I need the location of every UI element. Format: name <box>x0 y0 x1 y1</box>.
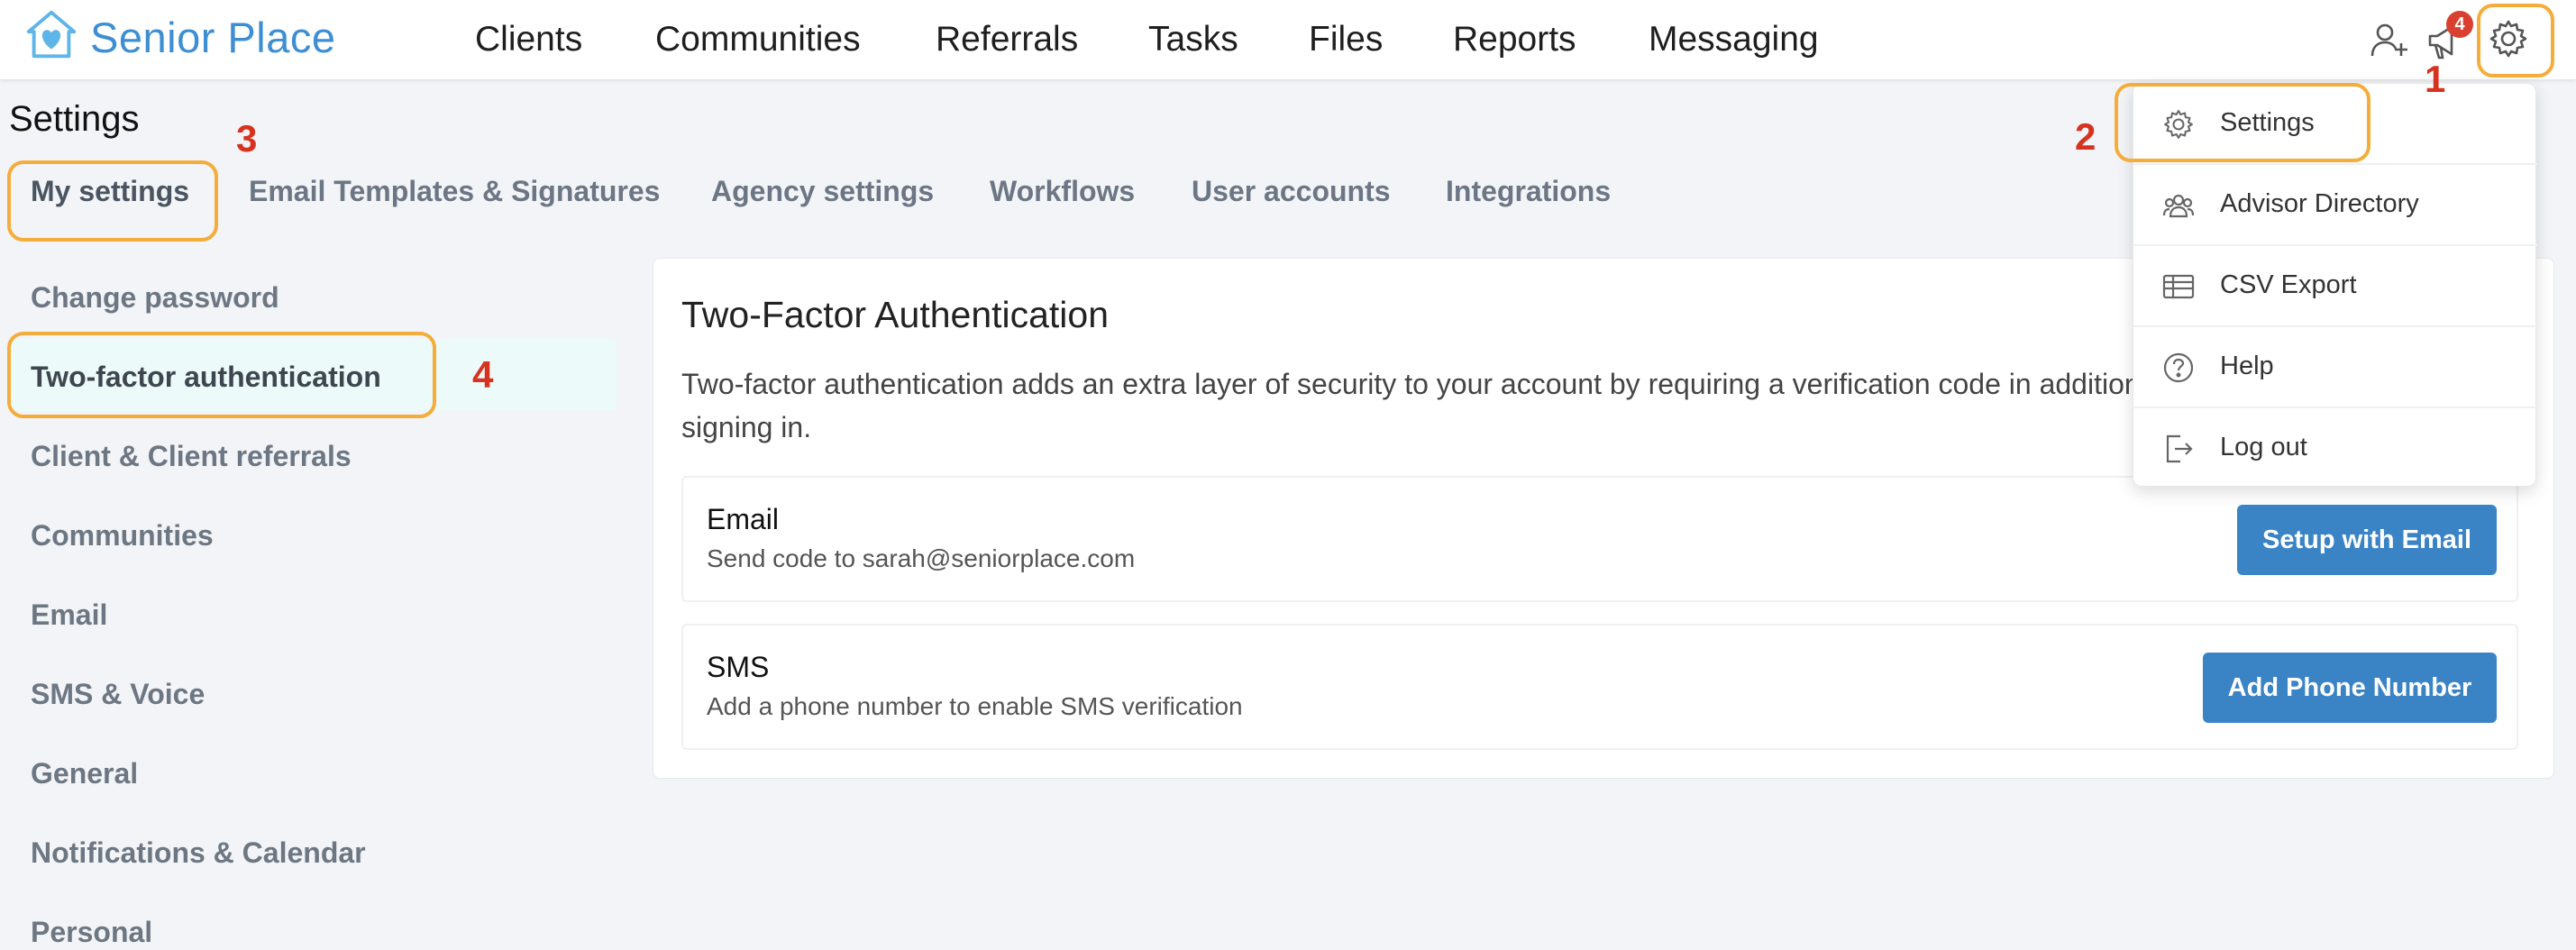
dropdown-label-advisor-directory: Advisor Directory <box>2220 189 2419 218</box>
tab-agency-settings[interactable]: Agency settings <box>711 175 934 208</box>
app-name: Senior Place <box>90 14 336 61</box>
side-item-email[interactable]: Email <box>31 598 107 632</box>
add-user-icon[interactable] <box>2369 20 2410 61</box>
tab-workflows[interactable]: Workflows <box>990 175 1135 208</box>
side-item-personal[interactable]: Personal <box>31 916 152 949</box>
method-sms-row: SMS Add a phone number to enable SMS ver… <box>681 624 2518 750</box>
method-sms-title: SMS <box>707 651 770 683</box>
annotation-highlight-settings-item <box>2115 83 2370 162</box>
side-item-notifications-calendar[interactable]: Notifications & Calendar <box>31 836 366 870</box>
annotation-number-1: 1 <box>2425 58 2446 100</box>
nav-tasks[interactable]: Tasks <box>1148 20 1238 59</box>
setup-with-email-button[interactable]: Setup with Email <box>2237 505 2497 575</box>
side-item-sms-voice[interactable]: SMS & Voice <box>31 678 205 711</box>
side-item-change-password[interactable]: Change password <box>31 281 279 315</box>
table-icon <box>2162 270 2195 303</box>
tab-user-accounts[interactable]: User accounts <box>1192 175 1391 208</box>
dropdown-label-csv-export: CSV Export <box>2220 270 2357 299</box>
annotation-highlight-gear <box>2477 4 2554 78</box>
method-sms-detail: Add a phone number to enable SMS verific… <box>707 692 1243 720</box>
dropdown-item-log-out[interactable]: Log out <box>2133 408 2537 489</box>
nav-communities[interactable]: Communities <box>655 20 861 59</box>
help-icon <box>2162 352 2195 384</box>
tab-email-templates[interactable]: Email Templates & Signatures <box>249 175 660 208</box>
dropdown-label-help: Help <box>2220 352 2274 380</box>
logout-icon <box>2162 433 2195 465</box>
nav-reports[interactable]: Reports <box>1453 20 1576 59</box>
nav-clients[interactable]: Clients <box>475 20 582 59</box>
annotation-number-4: 4 <box>472 353 494 396</box>
nav-referrals[interactable]: Referrals <box>936 20 1078 59</box>
side-item-client-referrals[interactable]: Client & Client referrals <box>31 440 352 473</box>
dropdown-item-csv-export[interactable]: CSV Export <box>2133 246 2537 327</box>
nav-messaging[interactable]: Messaging <box>1649 20 1819 59</box>
side-item-communities[interactable]: Communities <box>31 519 214 553</box>
dropdown-item-advisor-directory[interactable]: Advisor Directory <box>2133 165 2537 246</box>
tab-integrations[interactable]: Integrations <box>1446 175 1611 208</box>
add-phone-number-button[interactable]: Add Phone Number <box>2203 653 2497 723</box>
nav-files[interactable]: Files <box>1309 20 1383 59</box>
notification-badge: 4 <box>2446 11 2473 38</box>
app-logo[interactable]: Senior Place <box>23 7 336 68</box>
annotation-number-3: 3 <box>236 117 258 160</box>
dropdown-label-log-out: Log out <box>2220 433 2307 461</box>
logo-house-heart-icon <box>23 7 79 68</box>
method-email-row: Email Send code to sarah@seniorplace.com… <box>681 476 2518 602</box>
top-navigation-bar: Senior Place Clients Communities Referra… <box>0 0 2576 79</box>
method-email-title: Email <box>707 503 780 535</box>
page-title: Settings <box>9 99 140 139</box>
annotation-highlight-my-settings <box>7 160 218 242</box>
dropdown-item-help[interactable]: Help <box>2133 327 2537 408</box>
people-icon <box>2162 189 2195 222</box>
annotation-number-2: 2 <box>2075 115 2096 158</box>
method-email-detail: Send code to sarah@seniorplace.com <box>707 544 1136 572</box>
annotation-highlight-two-factor <box>7 332 436 418</box>
two-factor-title: Two-Factor Authentication <box>681 294 1110 335</box>
side-item-general[interactable]: General <box>31 757 138 790</box>
